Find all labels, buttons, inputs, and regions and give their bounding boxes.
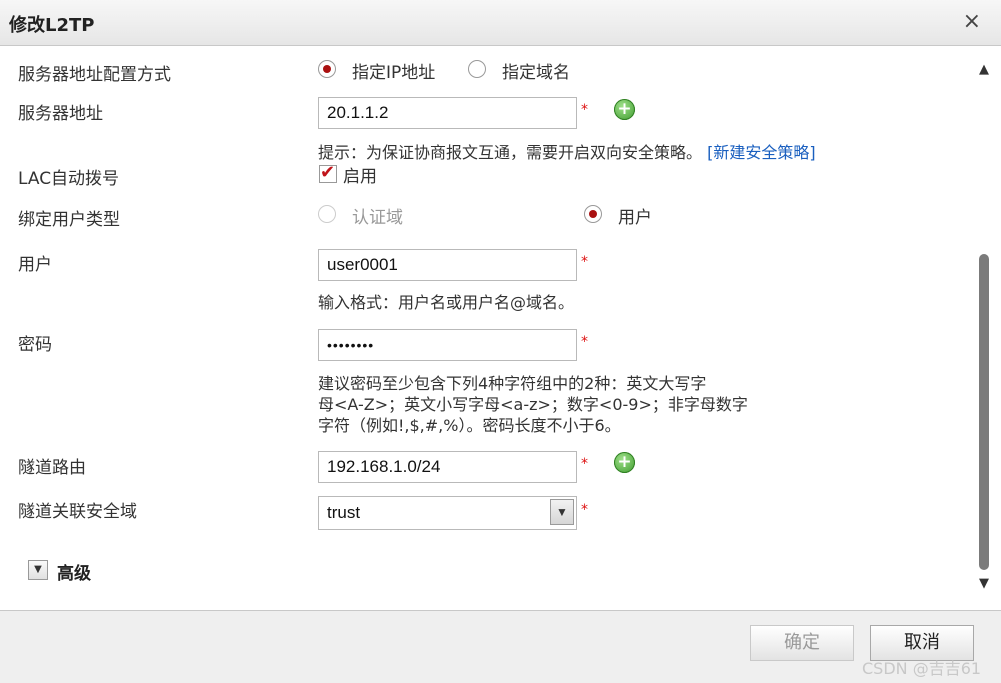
radio-user-label[interactable]: 用户 [618, 203, 652, 228]
bind-user-type-label: 绑定用户类型 [18, 210, 120, 230]
required-mark: * [581, 334, 588, 350]
user-label: 用户 [18, 255, 52, 275]
radio-ip-address-label[interactable]: 指定IP地址 [352, 58, 435, 83]
password-hint-line-1: 建议密码至少包含下列4种字符组中的2种：英文大写字 [318, 374, 707, 393]
required-mark: * [581, 102, 588, 118]
dialog-footer: 确定 取消 CSDN @吉吉61 [0, 610, 1001, 683]
close-icon[interactable]: × [963, 10, 981, 34]
add-server-address-icon[interactable]: + [614, 99, 635, 120]
tunnel-zone-label: 隧道关联安全域 [18, 502, 137, 522]
server-address-input[interactable]: 20.1.1.2 [318, 97, 577, 129]
security-policy-hint: 提示：为保证协商报文互通，需要开启双向安全策略。 [新建安全策略] [318, 142, 816, 163]
advanced-section-label[interactable]: 高级 [57, 559, 91, 584]
lac-dial-enable-label[interactable]: 启用 [343, 162, 377, 187]
lac-dial-checkbox[interactable] [319, 162, 337, 183]
tunnel-route-label: 隧道路由 [18, 458, 86, 478]
required-mark: * [581, 456, 588, 472]
ok-button[interactable]: 确定 [750, 625, 854, 661]
user-input[interactable]: user0001 [318, 249, 577, 281]
tunnel-route-input[interactable]: 192.168.1.0/24 [318, 451, 577, 483]
password-hint-line-3: 字符（例如!,$,#,%）。密码长度不小于6。 [318, 416, 621, 435]
tunnel-zone-select[interactable]: trust ▼ [318, 496, 577, 530]
radio-ip-address[interactable] [318, 60, 336, 78]
scroll-up-icon[interactable]: ▲ [979, 62, 989, 77]
dialog-title: 修改L2TP [9, 15, 95, 36]
expand-advanced-icon[interactable]: ▼ [28, 560, 48, 580]
new-security-policy-link[interactable]: [新建安全策略] [707, 143, 816, 162]
radio-domain-name[interactable] [468, 60, 486, 78]
server-mode-label: 服务器地址配置方式 [18, 65, 171, 85]
password-label: 密码 [18, 335, 52, 355]
dialog-body: 服务器地址配置方式 指定IP地址 指定域名 服务器地址 20.1.1.2 * +… [0, 46, 1001, 610]
required-mark: * [581, 502, 588, 518]
password-hint-line-2: 母<A-Z>；英文小写字母<a-z>；数字<0-9>；非字母数字 [318, 395, 748, 414]
radio-user[interactable] [584, 205, 602, 223]
scroll-down-icon[interactable]: ▼ [979, 576, 989, 591]
required-mark: * [581, 254, 588, 270]
watermark: CSDN @吉吉61 [862, 659, 982, 678]
add-tunnel-route-icon[interactable]: + [614, 452, 635, 473]
user-format-hint: 输入格式：用户名或用户名@域名。 [318, 293, 575, 312]
radio-auth-domain[interactable] [318, 205, 336, 223]
radio-domain-name-label[interactable]: 指定域名 [502, 58, 570, 83]
tunnel-zone-value: trust [327, 503, 361, 522]
lac-dial-label: LAC自动拨号 [18, 169, 120, 189]
vertical-scrollbar[interactable]: ▲ ▼ [975, 46, 997, 610]
password-input[interactable]: •••••••• [318, 329, 577, 361]
radio-auth-domain-label[interactable]: 认证域 [352, 203, 403, 228]
scrollbar-thumb[interactable] [979, 254, 989, 570]
dropdown-arrow-icon[interactable]: ▼ [550, 499, 574, 525]
dialog-titlebar: 修改L2TP × [0, 0, 1001, 46]
security-policy-hint-text: 提示：为保证协商报文互通，需要开启双向安全策略。 [318, 143, 703, 162]
server-address-label: 服务器地址 [18, 104, 103, 124]
